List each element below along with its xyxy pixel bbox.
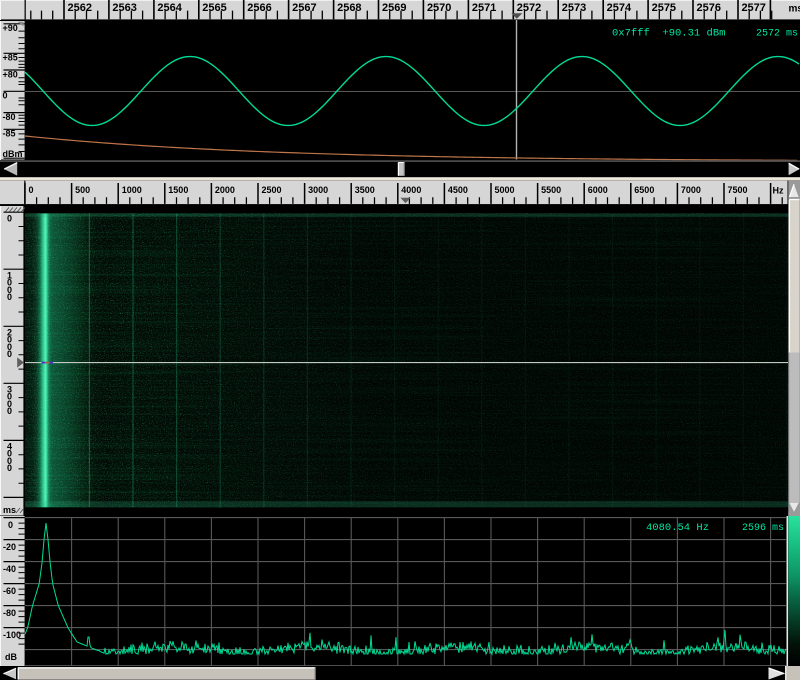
svg-text:2562: 2562	[68, 2, 92, 14]
svg-text:0: 0	[8, 520, 13, 530]
svg-text:dB: dB	[5, 652, 17, 662]
svg-text:ms: ms	[3, 505, 16, 515]
svg-text:-40: -40	[3, 564, 16, 574]
svg-text:2573: 2573	[562, 2, 586, 14]
svg-text:0x7fff +90.31 dBm: 0x7fff +90.31 dBm	[612, 28, 725, 40]
svg-text:2568: 2568	[337, 2, 361, 14]
svg-text:2569: 2569	[382, 2, 406, 14]
svg-text:0: 0	[7, 292, 12, 302]
svg-text:2500: 2500	[262, 185, 282, 195]
svg-text:0: 0	[7, 406, 12, 416]
svg-text:+80: +80	[3, 69, 18, 79]
svg-text:2571: 2571	[472, 2, 496, 14]
svg-text:2566: 2566	[247, 2, 271, 14]
svg-text:4000: 4000	[401, 185, 421, 195]
svg-text:5500: 5500	[541, 185, 561, 195]
svg-text:2572: 2572	[517, 2, 541, 14]
svg-text:500: 500	[75, 185, 90, 195]
svg-text:2570: 2570	[427, 2, 451, 14]
svg-text:Hz: Hz	[773, 186, 784, 196]
svg-text:6500: 6500	[634, 185, 654, 195]
svg-text:7000: 7000	[681, 185, 701, 195]
svg-text:+90: +90	[3, 23, 18, 33]
svg-text:1500: 1500	[168, 185, 188, 195]
svg-text:-80: -80	[3, 608, 16, 618]
svg-text:2563: 2563	[112, 2, 136, 14]
svg-text:-85: -85	[3, 129, 16, 139]
svg-text:-100: -100	[3, 630, 21, 640]
svg-text:3500: 3500	[355, 185, 375, 195]
svg-text:4500: 4500	[448, 185, 468, 195]
svg-text:0: 0	[29, 185, 34, 195]
svg-text:3000: 3000	[308, 185, 328, 195]
svg-text:-80: -80	[3, 112, 16, 122]
svg-text:2577: 2577	[741, 2, 765, 14]
svg-text:6000: 6000	[588, 185, 608, 195]
svg-text:4080.54 Hz: 4080.54 Hz	[646, 522, 709, 534]
svg-text:0: 0	[7, 214, 12, 224]
svg-text:0: 0	[7, 463, 12, 473]
svg-text:2596 ms: 2596 ms	[742, 523, 784, 534]
svg-text:1000: 1000	[122, 185, 142, 195]
svg-text:5000: 5000	[495, 185, 515, 195]
svg-text:0: 0	[3, 91, 8, 101]
svg-text:2576: 2576	[697, 2, 721, 14]
svg-text:2000: 2000	[215, 185, 235, 195]
svg-text:-20: -20	[3, 542, 16, 552]
svg-text:2575: 2575	[652, 2, 676, 14]
svg-text:0: 0	[7, 349, 12, 359]
svg-text:2574: 2574	[607, 2, 632, 14]
svg-text:7500: 7500	[728, 185, 748, 195]
svg-text:ms: ms	[789, 4, 800, 15]
svg-text:dBm: dBm	[3, 149, 23, 159]
svg-text:2564: 2564	[157, 2, 182, 14]
svg-text:2565: 2565	[202, 2, 226, 14]
svg-text:-60: -60	[3, 586, 16, 596]
svg-text:2567: 2567	[292, 2, 316, 14]
svg-text:+85: +85	[3, 53, 18, 63]
svg-text:2572 ms: 2572 ms	[756, 29, 798, 40]
